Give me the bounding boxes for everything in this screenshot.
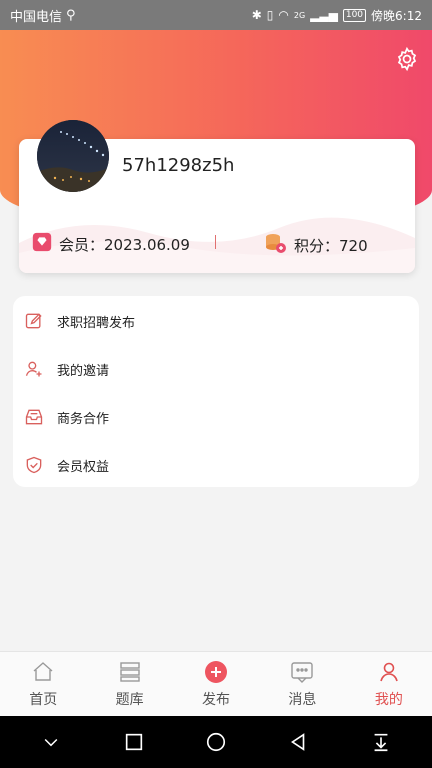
shield-check-icon bbox=[23, 454, 45, 476]
menu-item-member-benefits[interactable]: 会员权益 bbox=[13, 441, 419, 489]
points-info[interactable]: 积分：720 bbox=[264, 231, 368, 259]
points-value: 积分：720 bbox=[294, 236, 368, 255]
nav-question-bank[interactable]: 题库 bbox=[86, 652, 172, 716]
carrier-label: 中国电信 bbox=[10, 9, 63, 25]
menu-item-business[interactable]: 商务合作 bbox=[13, 393, 419, 441]
member-info[interactable]: 会员：2023.06.09 bbox=[31, 231, 190, 257]
system-nav-bar bbox=[0, 716, 432, 768]
menu-item-label: 商务合作 bbox=[57, 411, 110, 427]
list-icon bbox=[117, 659, 143, 685]
wifi-icon: ◠ bbox=[278, 8, 289, 22]
plus-circle-icon bbox=[203, 659, 229, 685]
message-icon bbox=[289, 659, 315, 685]
coins-icon bbox=[264, 231, 288, 259]
chevron-down-icon[interactable] bbox=[36, 727, 66, 757]
menu-item-invite[interactable]: 我的邀请 bbox=[13, 345, 419, 393]
user-icon bbox=[376, 659, 402, 685]
menu-item-label: 求职招聘发布 bbox=[57, 315, 136, 331]
nav-label: 发布 bbox=[202, 692, 231, 708]
username: 57h1298z5h bbox=[122, 155, 235, 176]
nav-messages[interactable]: 消息 bbox=[259, 652, 345, 716]
edit-icon bbox=[23, 310, 45, 332]
back-icon[interactable] bbox=[283, 727, 313, 757]
gear-icon[interactable] bbox=[394, 46, 420, 72]
network-label: 2G bbox=[293, 10, 306, 20]
menu-list: 求职招聘发布 我的邀请 商务合作 会员权益 bbox=[13, 296, 419, 487]
time-label: 傍晚6:12 bbox=[371, 8, 422, 23]
notification-pull-icon[interactable] bbox=[366, 727, 396, 757]
signal-icon: ▂▃▅ bbox=[310, 8, 338, 22]
inbox-icon bbox=[23, 406, 45, 428]
nav-label: 题库 bbox=[115, 692, 144, 708]
status-bar: 中国电信 ⚲ ✱ ▯ ◠ 2G ▂▃▅ 100 傍晚6:12 bbox=[0, 0, 432, 30]
nav-label: 我的 bbox=[374, 692, 403, 708]
nav-mine[interactable]: 我的 bbox=[346, 652, 432, 716]
bluetooth-icon: ✱ bbox=[251, 8, 262, 22]
nav-publish[interactable]: 发布 bbox=[173, 652, 259, 716]
nav-label: 首页 bbox=[29, 692, 58, 708]
nav-label: 消息 bbox=[288, 692, 317, 708]
recent-apps-icon[interactable] bbox=[119, 727, 149, 757]
usb-icon: ⚲ bbox=[66, 7, 76, 23]
avatar[interactable] bbox=[37, 120, 109, 192]
bottom-nav: 首页 题库 发布 消息 我的 bbox=[0, 651, 432, 716]
battery-level: 100 bbox=[342, 8, 367, 22]
menu-item-label: 我的邀请 bbox=[57, 363, 110, 379]
nav-home[interactable]: 首页 bbox=[0, 652, 86, 716]
home-icon bbox=[30, 659, 56, 685]
home-button-icon[interactable] bbox=[201, 727, 231, 757]
vibrate-icon: ▯ bbox=[266, 8, 274, 22]
member-expiry: 会员：2023.06.09 bbox=[59, 235, 190, 254]
diamond-icon bbox=[31, 231, 53, 257]
invite-user-icon bbox=[23, 358, 45, 380]
divider bbox=[215, 235, 216, 249]
menu-item-label: 会员权益 bbox=[57, 459, 110, 475]
menu-item-job-post[interactable]: 求职招聘发布 bbox=[13, 297, 419, 345]
